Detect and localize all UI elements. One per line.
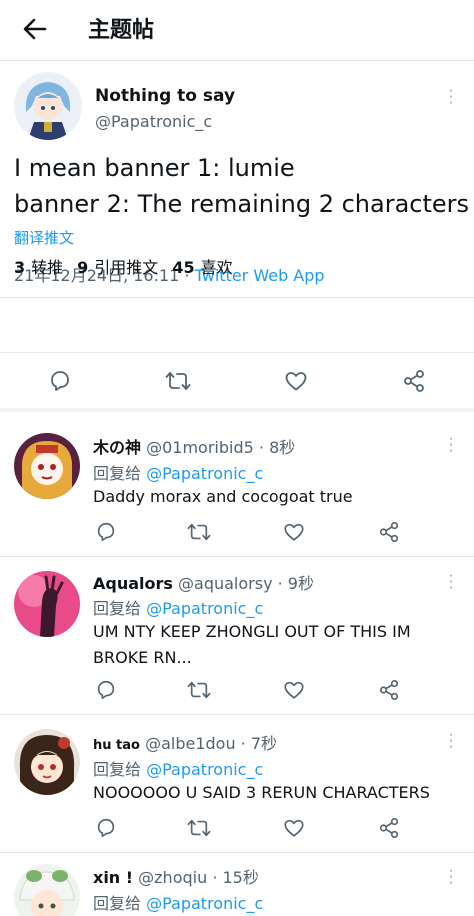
- reply-text: Daddy morax and cocogoat true: [93, 487, 353, 506]
- reply-text: NOOOOOO U SAID 3 RERUN CHARACTERS: [93, 783, 430, 802]
- reply-author-handle[interactable]: @01moribid5 · 8秒: [146, 438, 295, 457]
- retweet-label[interactable]: 转推: [31, 258, 63, 277]
- reply-author-name[interactable]: hu tao: [93, 738, 140, 753]
- reply-icon[interactable]: [95, 817, 117, 839]
- like-icon[interactable]: [284, 369, 308, 393]
- tweet-text-line: banner 2: The remaining 2 characters: [14, 190, 470, 218]
- reply-context: 回复给 @Papatronic_c: [93, 890, 263, 914]
- reply-to-mention[interactable]: @Papatronic_c: [146, 894, 263, 913]
- like-icon[interactable]: [283, 521, 305, 543]
- avatar[interactable]: [14, 433, 80, 499]
- tweet-stats: 3 转推 9 引用推文 45 喜欢: [14, 254, 247, 278]
- author-handle[interactable]: @Papatronic_c: [95, 112, 212, 131]
- reply-to-label: 回复给: [93, 599, 147, 618]
- like-icon[interactable]: [283, 679, 305, 701]
- more-icon[interactable]: · · ·: [446, 569, 456, 596]
- retweet-icon[interactable]: [165, 369, 191, 393]
- reply-icon[interactable]: [95, 679, 117, 701]
- avatar[interactable]: [14, 729, 80, 795]
- like-icon[interactable]: [283, 817, 305, 839]
- back-arrow-icon[interactable]: [20, 14, 50, 44]
- tweet-text: I mean banner 1: lumie banner 2: The rem…: [14, 150, 474, 222]
- reply-context: 回复给 @Papatronic_c: [93, 595, 263, 619]
- more-icon[interactable]: · · ·: [446, 432, 456, 459]
- quote-count: 9: [77, 258, 89, 277]
- more-icon[interactable]: · · ·: [446, 84, 456, 111]
- section-separator: [0, 408, 474, 412]
- divider: [0, 556, 474, 557]
- reply-to-mention[interactable]: @Papatronic_c: [146, 760, 263, 779]
- reply-context: 回复给 @Papatronic_c: [93, 756, 263, 780]
- reply-author-handle[interactable]: @albe1dou · 7秒: [145, 734, 277, 753]
- like-label[interactable]: 喜欢: [201, 258, 233, 277]
- translate-link[interactable]: 翻译推文: [14, 227, 74, 248]
- divider: [0, 852, 474, 853]
- reply-to-label: 回复给: [93, 464, 147, 483]
- retweet-icon[interactable]: [187, 679, 211, 701]
- reply-text-line: BROKE RN...: [93, 648, 192, 667]
- reply-icon[interactable]: [95, 521, 117, 543]
- more-icon[interactable]: · · ·: [446, 864, 456, 891]
- reply-author-name[interactable]: xin !: [93, 868, 133, 887]
- divider: [0, 352, 474, 353]
- retweet-count: 3: [14, 258, 26, 277]
- like-count: 45: [172, 258, 195, 277]
- share-icon[interactable]: [378, 679, 400, 701]
- more-icon[interactable]: · · ·: [446, 728, 456, 755]
- share-icon[interactable]: [402, 369, 426, 393]
- avatar[interactable]: [14, 571, 80, 637]
- top-bar: 主题帖: [0, 0, 474, 58]
- reply-to-mention[interactable]: @Papatronic_c: [146, 599, 263, 618]
- reply-author-name[interactable]: Aqualors: [93, 574, 173, 593]
- share-icon[interactable]: [378, 817, 400, 839]
- page-title: 主题帖: [88, 18, 155, 43]
- retweet-icon[interactable]: [187, 521, 211, 543]
- reply-header: 木の神 @01moribid5 · 8秒: [93, 434, 295, 458]
- divider: [0, 297, 474, 298]
- reply-header: hu tao @albe1dou · 7秒: [93, 730, 277, 754]
- reply-text: UM NTY KEEP ZHONGLI OUT OF THIS IM BROKE…: [93, 619, 463, 671]
- avatar[interactable]: [14, 864, 80, 916]
- reply-author-name[interactable]: 木の神: [93, 438, 141, 457]
- reply-author-handle[interactable]: @zhoqiu · 15秒: [138, 868, 259, 887]
- reply-icon[interactable]: [48, 369, 72, 393]
- tweet-text-line: I mean banner 1: lumie: [14, 154, 295, 182]
- reply-author-handle[interactable]: @aqualorsy · 9秒: [178, 574, 314, 593]
- reply-context: 回复给 @Papatronic_c: [93, 460, 263, 484]
- reply-text-line: UM NTY KEEP ZHONGLI OUT OF THIS IM: [93, 622, 411, 641]
- quote-label[interactable]: 引用推文: [94, 258, 158, 277]
- reply-to-mention[interactable]: @Papatronic_c: [146, 464, 263, 483]
- reply-header: Aqualors @aqualorsy · 9秒: [93, 570, 314, 594]
- header-divider: [0, 60, 474, 61]
- reply-to-label: 回复给: [93, 894, 147, 913]
- share-icon[interactable]: [378, 521, 400, 543]
- avatar[interactable]: [14, 72, 82, 140]
- retweet-icon[interactable]: [187, 817, 211, 839]
- reply-header: xin ! @zhoqiu · 15秒: [93, 864, 259, 888]
- divider: [0, 714, 474, 715]
- reply-to-label: 回复给: [93, 760, 147, 779]
- author-name[interactable]: Nothing to say: [95, 86, 235, 106]
